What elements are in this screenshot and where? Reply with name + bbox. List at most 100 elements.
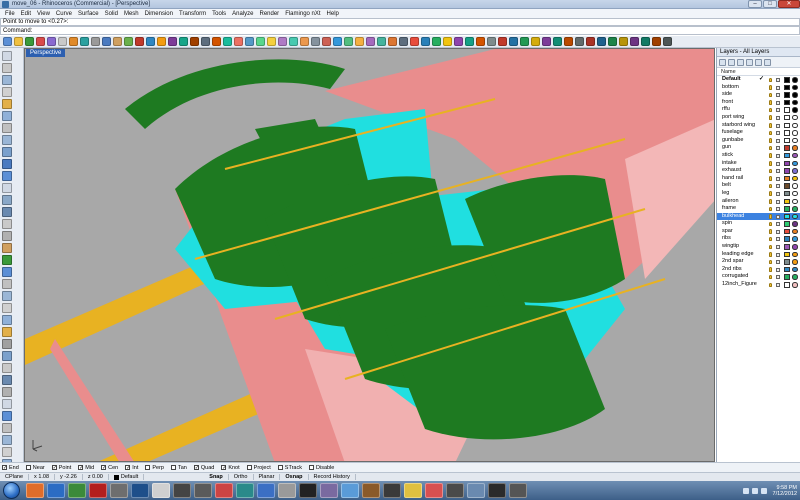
left-tool-14-icon[interactable] bbox=[2, 207, 12, 217]
layer-row[interactable]: wingtip bbox=[717, 243, 800, 251]
layer-row[interactable]: stick bbox=[717, 152, 800, 160]
osnap-toggle[interactable]: Osnap bbox=[280, 474, 309, 480]
layer-color-swatch[interactable] bbox=[784, 228, 790, 235]
toolbar-tool-60-icon[interactable] bbox=[652, 37, 661, 46]
osnap-checkbox[interactable]: ✓ bbox=[193, 465, 199, 471]
toolbar-tool-5-icon[interactable] bbox=[47, 37, 56, 46]
layer-row[interactable]: spar bbox=[717, 228, 800, 236]
left-tool-3-icon[interactable] bbox=[2, 75, 12, 85]
layer-material-icon[interactable] bbox=[792, 259, 798, 265]
toolbar-tool-7-icon[interactable] bbox=[69, 37, 78, 46]
taskbar-app-4-icon[interactable] bbox=[89, 483, 107, 498]
layer-row[interactable]: 12inch_Figure bbox=[717, 281, 800, 289]
layer-lock-icon[interactable] bbox=[776, 207, 780, 212]
layer-visibility-bulb-icon[interactable] bbox=[769, 107, 772, 113]
left-tool-4-icon[interactable] bbox=[2, 87, 12, 97]
layer-color-swatch[interactable] bbox=[784, 282, 790, 288]
toolbar-tool-26-icon[interactable] bbox=[278, 37, 287, 46]
taskbar-app-12-icon[interactable] bbox=[257, 483, 275, 498]
layer-material-icon[interactable] bbox=[792, 251, 798, 258]
toolbar-tool-43-icon[interactable] bbox=[465, 37, 474, 46]
left-tool-9-icon[interactable] bbox=[2, 147, 12, 157]
layer-lock-icon[interactable] bbox=[776, 252, 780, 257]
layer-material-icon[interactable] bbox=[792, 183, 798, 189]
osnap-project[interactable]: Project bbox=[246, 465, 271, 471]
layer-material-icon[interactable] bbox=[792, 221, 798, 227]
toolbar-tool-58-icon[interactable] bbox=[630, 37, 639, 46]
menu-view[interactable]: View bbox=[34, 11, 53, 17]
osnap-strack[interactable]: STrack bbox=[277, 465, 302, 471]
toolbar-tool-18-icon[interactable] bbox=[190, 37, 199, 46]
start-button[interactable] bbox=[3, 482, 20, 499]
layer-lock-icon[interactable] bbox=[776, 78, 780, 82]
layer-color-swatch[interactable] bbox=[784, 114, 790, 121]
toolbar-tool-61-icon[interactable] bbox=[663, 37, 672, 46]
layer-row[interactable]: side bbox=[717, 91, 800, 99]
delete-layer-icon[interactable] bbox=[737, 58, 744, 66]
layer-row[interactable]: port wing bbox=[717, 114, 800, 122]
toolbar-tool-15-icon[interactable] bbox=[157, 37, 166, 46]
menu-tools[interactable]: Tools bbox=[209, 11, 229, 17]
taskbar-app-14-icon[interactable] bbox=[299, 483, 317, 498]
menu-edit[interactable]: Edit bbox=[18, 11, 34, 17]
toolbar-tool-41-icon[interactable] bbox=[443, 37, 452, 46]
toolbar-tool-22-icon[interactable] bbox=[234, 37, 243, 46]
left-tool-24-icon[interactable] bbox=[2, 327, 12, 337]
left-tool-32-icon[interactable] bbox=[2, 423, 12, 433]
layer-color-swatch[interactable] bbox=[784, 198, 790, 204]
left-tool-33-icon[interactable] bbox=[2, 435, 12, 445]
layer-material-icon[interactable] bbox=[792, 99, 798, 106]
toolbar-tool-37-icon[interactable] bbox=[399, 37, 408, 46]
layer-visibility-bulb-icon[interactable] bbox=[769, 92, 772, 98]
menu-mesh[interactable]: Mesh bbox=[121, 11, 142, 17]
layer-color-swatch[interactable] bbox=[784, 274, 790, 280]
osnap-near[interactable]: Near bbox=[25, 465, 45, 471]
osnap-checkbox[interactable]: ✓ bbox=[101, 465, 106, 471]
new-layer-icon[interactable] bbox=[719, 58, 726, 66]
layer-visibility-bulb-icon[interactable] bbox=[769, 267, 772, 272]
layer-color-swatch[interactable] bbox=[784, 152, 790, 159]
osnap-checkbox[interactable] bbox=[309, 465, 314, 470]
flag-icon[interactable] bbox=[760, 487, 767, 494]
taskbar-app-20-icon[interactable] bbox=[425, 483, 443, 498]
layer-color-swatch[interactable] bbox=[784, 206, 790, 212]
layer-row[interactable]: ribs bbox=[717, 235, 800, 243]
left-tool-22-icon[interactable] bbox=[2, 303, 12, 313]
viewport-label[interactable]: Perspective bbox=[26, 49, 66, 57]
toolbar-tool-25-icon[interactable] bbox=[267, 37, 276, 46]
taskbar-app-10-icon[interactable] bbox=[215, 483, 233, 498]
menu-dimension[interactable]: Dimension bbox=[142, 11, 176, 17]
maximize-button[interactable]: □ bbox=[763, 0, 777, 8]
layer-lock-icon[interactable] bbox=[776, 153, 780, 158]
osnap-mid[interactable]: ✓ Mid bbox=[78, 465, 94, 471]
toolbar-tool-54-icon[interactable] bbox=[586, 37, 595, 46]
layer-color-swatch[interactable] bbox=[784, 259, 790, 265]
layer-color-swatch[interactable] bbox=[784, 244, 790, 250]
toolbar-tool-39-icon[interactable] bbox=[421, 37, 430, 46]
network-icon[interactable] bbox=[742, 487, 749, 494]
toolbar-tool-56-icon[interactable] bbox=[608, 37, 617, 46]
toolbar-tool-19-icon[interactable] bbox=[201, 37, 210, 46]
menu-analyze[interactable]: Analyze bbox=[229, 11, 256, 17]
layer-lock-icon[interactable] bbox=[776, 146, 780, 151]
taskbar-app-9-icon[interactable] bbox=[194, 483, 212, 498]
clock[interactable]: 9:58 PM 7/12/2012 bbox=[773, 485, 797, 497]
layer-material-icon[interactable] bbox=[792, 266, 798, 273]
layer-material-icon[interactable] bbox=[792, 107, 798, 113]
layer-visibility-bulb-icon[interactable] bbox=[769, 221, 772, 227]
toolbar-tool-12-icon[interactable] bbox=[124, 37, 133, 46]
taskbar-app-7-icon[interactable] bbox=[152, 483, 170, 498]
layer-visibility-bulb-icon[interactable] bbox=[769, 153, 772, 158]
left-tool-11-icon[interactable] bbox=[2, 171, 12, 181]
layer-row[interactable]: intake bbox=[717, 160, 800, 168]
layer-lock-icon[interactable] bbox=[776, 184, 780, 189]
layer-material-icon[interactable] bbox=[792, 92, 798, 98]
layer-visibility-bulb-icon[interactable] bbox=[769, 252, 772, 257]
layer-material-icon[interactable] bbox=[792, 274, 798, 280]
toolbar-tool-51-icon[interactable] bbox=[553, 37, 562, 46]
layer-color-swatch[interactable] bbox=[784, 213, 790, 220]
ortho-toggle[interactable]: Ortho bbox=[229, 474, 254, 480]
layer-lock-icon[interactable] bbox=[776, 214, 780, 219]
layer-color-swatch[interactable] bbox=[784, 190, 790, 197]
layer-color-swatch[interactable] bbox=[784, 107, 790, 113]
